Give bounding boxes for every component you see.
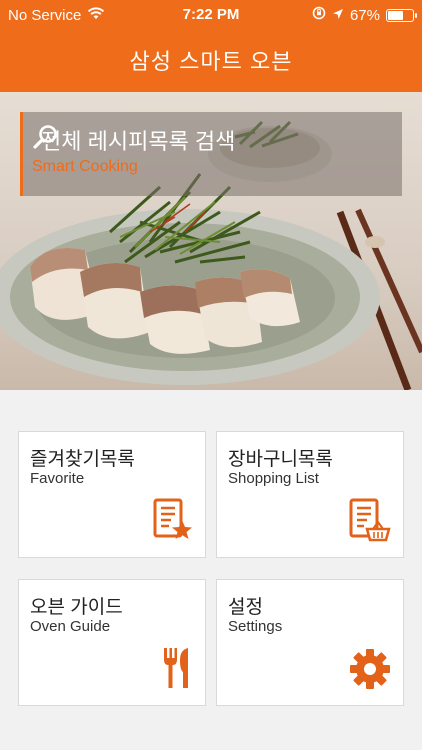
favorite-tile[interactable]: 즐겨찾기목록 Favorite [18,431,206,558]
tile-title: 즐겨찾기목록 [30,449,135,470]
status-right: 67% [312,6,417,24]
orientation-lock-icon [312,6,326,24]
oven-guide-tile[interactable]: 오븐 가이드 Oven Guide [18,579,206,706]
tile-title: 설정 [228,597,263,618]
tile-subtitle: Favorite [30,470,85,487]
shopping-list-tile[interactable]: 장바구니목록 Shopping List [216,431,404,558]
gear-icon [349,648,391,695]
hero-image: 전체 레시피목록 검색 Smart Cooking [0,92,422,390]
status-bar: No Service 7:22 PM 67% [0,0,422,30]
search-subtitle: Smart Cooking [32,158,138,175]
settings-tile[interactable]: 설정 Settings [216,579,404,706]
tile-title: 장바구니목록 [228,449,333,470]
battery-level [388,10,404,20]
tile-subtitle: Settings [228,618,283,635]
shopping-list-icon [349,498,391,547]
header-bar: No Service 7:22 PM 67% 삼성 스마트 오븐 [0,0,422,92]
search-title: 전체 레시피목록 검색 [41,129,236,154]
app-title: 삼성 스마트 오븐 [129,49,293,74]
favorite-list-icon [153,498,193,547]
battery-icon [386,8,417,22]
battery-percent: 67% [349,6,380,24]
location-icon [332,7,344,24]
utensils-icon [161,646,193,695]
tile-subtitle: Oven Guide [30,618,111,635]
tile-subtitle: Shopping List [228,470,319,487]
search-recipes-button[interactable]: 전체 레시피목록 검색 Smart Cooking [20,112,402,196]
search-row: 전체 레시피목록 검색 [33,124,235,156]
tile-title: 오븐 가이드 [30,597,123,618]
